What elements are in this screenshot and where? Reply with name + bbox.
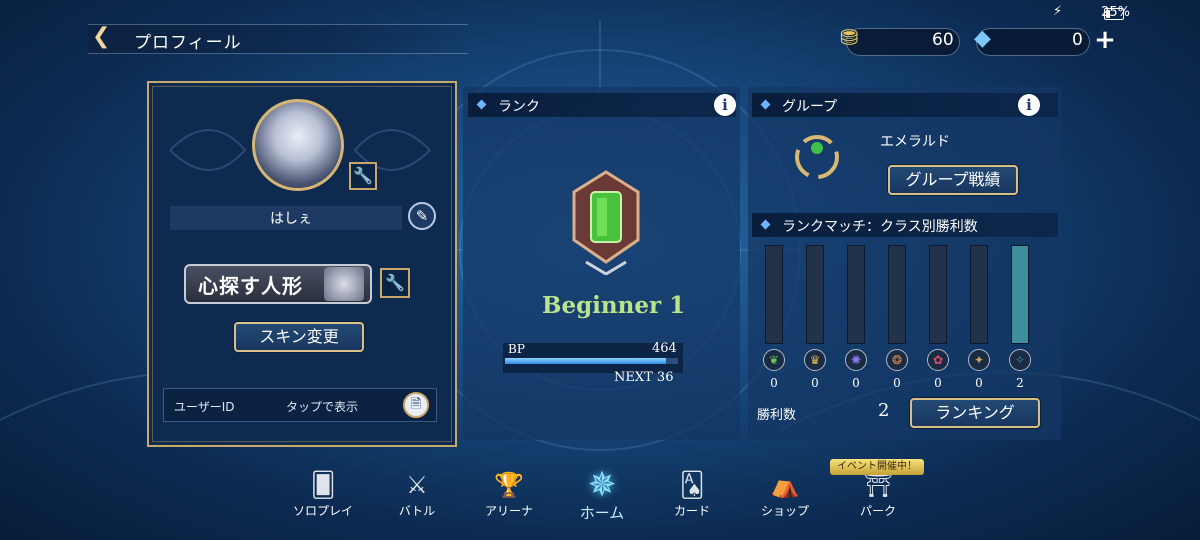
nav-item-4[interactable]: 🂡 カード [652, 470, 732, 519]
skin-change-button[interactable]: スキン変更 [234, 322, 364, 352]
crossed-swords-icon: ⚔ [406, 471, 428, 499]
group-section-title: グループ [782, 99, 838, 115]
crystal-amount: 0 [1072, 30, 1083, 50]
class-win-bar [929, 245, 947, 344]
shadow-icon: ✿ [927, 349, 949, 371]
nav-label: ソロプレイ [292, 504, 353, 518]
nav-label: ショップ [760, 504, 809, 518]
shop-icon: ⛺ [770, 471, 800, 499]
class-win-count: 0 [811, 376, 819, 390]
cards-icon: 🂡 [679, 471, 705, 499]
class-win-bar [970, 245, 988, 344]
document-icon: 🗎 [410, 397, 422, 412]
gold-amount: 60 [932, 30, 954, 50]
trophy-icon: 🏆 [494, 471, 524, 499]
title-badge-text: 心探す人形 [198, 274, 303, 298]
ranking-button[interactable]: ランキング [910, 398, 1040, 428]
nav-item-6[interactable]: ⛩ パーク [838, 470, 918, 519]
user-id-value[interactable]: タップで表示 [286, 398, 358, 415]
sword-icon: ♛ [804, 349, 826, 371]
nav-item-3[interactable]: ✵ ホーム [562, 465, 642, 523]
class-win-count: 2 [1016, 376, 1024, 390]
wrench-icon: 🔧 [385, 273, 405, 292]
rank-emblem-icon [572, 170, 640, 275]
rank-section-title: ランク [498, 99, 540, 115]
crystal-icon: ◆ [974, 26, 991, 51]
rune-icon: ✺ [845, 349, 867, 371]
solo-cards-icon: 🂠 [310, 471, 336, 499]
bp-value: 464 [652, 341, 677, 356]
nav-item-5[interactable]: ⛺ ショップ [745, 470, 825, 519]
nav-item-0[interactable]: 🂠 ソロプレイ [283, 470, 363, 519]
user-id-label: ユーザーID [174, 400, 235, 414]
blood-icon: ✦ [968, 349, 990, 371]
rank-match-title: ランクマッチ：クラス別勝利数 [782, 219, 978, 235]
bp-next: NEXT 36 [614, 370, 674, 385]
class-win-bar [1011, 245, 1029, 344]
class-win-bar [765, 245, 783, 344]
gold-coin-icon: ⛃ [840, 26, 859, 51]
emerald-group-icon [795, 135, 839, 179]
pencil-icon: ✎ [415, 207, 429, 225]
copy-id-button[interactable]: 🗎 [403, 392, 429, 418]
group-name: エメラルド [880, 134, 950, 150]
back-arrow-icon[interactable]: ❮ [92, 26, 110, 48]
wins-total: 2 [878, 400, 890, 421]
dragon-icon: ❂ [886, 349, 908, 371]
class-win-count: 0 [770, 376, 778, 390]
edit-avatar-button[interactable]: 🔧 [349, 162, 377, 190]
class-win-count: 0 [975, 376, 983, 390]
title-badge-portrait [324, 267, 364, 301]
class-win-bar [806, 245, 824, 344]
page-title: プロフィール [134, 33, 242, 53]
rank-info-button[interactable]: i [714, 94, 736, 116]
avatar[interactable] [252, 99, 344, 191]
nav-item-2[interactable]: 🏆 アリーナ [469, 470, 549, 519]
home-emblem-icon: ✵ [587, 465, 617, 505]
haven-icon: ✧ [1009, 349, 1031, 371]
class-win-count: 0 [893, 376, 901, 390]
bp-progress-fill [505, 358, 666, 364]
class-win-bar [888, 245, 906, 344]
class-win-bar-fill [1012, 246, 1028, 343]
class-win-count: 0 [934, 376, 942, 390]
nav-label: バトル [398, 504, 436, 518]
edit-title-button[interactable]: 🔧 [380, 268, 410, 298]
wins-label: 勝利数 [757, 408, 797, 423]
rank-name: Beginner 1 [542, 292, 686, 319]
add-crystal-button[interactable]: + [1094, 27, 1116, 53]
nav-item-1[interactable]: ⚔ バトル [377, 470, 457, 519]
nav-label: アリーナ [484, 504, 533, 518]
charging-icon: ⚡ [1053, 4, 1063, 19]
class-win-count: 0 [852, 376, 860, 390]
edit-name-button[interactable]: ✎ [408, 202, 436, 230]
nav-label: パーク [859, 504, 896, 518]
nav-label: ホーム [579, 504, 625, 522]
wrench-icon: 🔧 [353, 166, 373, 185]
group-record-button[interactable]: グループ戦績 [888, 165, 1018, 195]
player-name: はしぇ [270, 211, 312, 227]
nav-label: カード [673, 504, 710, 518]
bp-label: BP [508, 342, 525, 356]
group-info-button[interactable]: i [1018, 94, 1040, 116]
event-badge: イベント開催中！ [830, 459, 924, 475]
forest-icon: ❦ [763, 349, 785, 371]
class-win-bar [847, 245, 865, 344]
battery-icon [1104, 8, 1124, 20]
